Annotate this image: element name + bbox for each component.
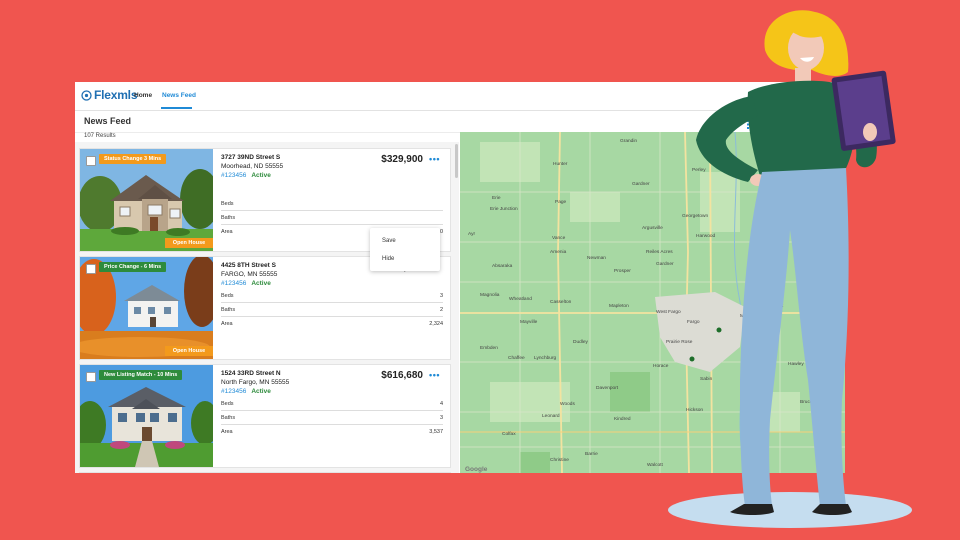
- map-place: Wheatland: [509, 297, 532, 302]
- menu-item-save[interactable]: Save: [382, 238, 396, 244]
- map-place: Prosper: [614, 269, 631, 274]
- beds-value: 3: [439, 293, 443, 299]
- map-place: Mapleton: [609, 304, 629, 309]
- beds-label: Beds: [221, 401, 234, 407]
- status-badge: Price Change - 6 Mins: [99, 262, 167, 272]
- list-scrollbar[interactable]: [455, 144, 458, 178]
- nav-home[interactable]: Home: [134, 92, 152, 99]
- fact-row-beds: Beds: [221, 197, 443, 211]
- fact-row-baths: Baths 3: [221, 411, 443, 425]
- options-dropdown: Save Hide: [370, 228, 440, 271]
- fact-row-baths: Baths 2: [221, 303, 443, 317]
- mls-number[interactable]: #123456: [221, 280, 246, 287]
- map-place: Vance: [552, 236, 566, 241]
- beds-label: Beds: [221, 293, 234, 299]
- area-value: 2,324: [429, 321, 443, 327]
- status-text: Active: [251, 280, 271, 287]
- area-label: Area: [221, 229, 233, 235]
- woman-illustration: [668, 10, 912, 528]
- nav-news-feed[interactable]: News Feed: [162, 92, 196, 99]
- status-badge: Status Change 3 Mins: [99, 154, 167, 164]
- beds-value: 4: [439, 401, 443, 407]
- open-house-tag[interactable]: Open House: [165, 346, 213, 356]
- mls-line: #123456 Active: [221, 172, 443, 179]
- listing-photo[interactable]: Status Change 3 Mins Open House: [80, 149, 213, 251]
- map-place: Amenia: [550, 250, 567, 255]
- map-place: Ayr: [468, 232, 476, 237]
- fact-row-baths: Baths: [221, 211, 443, 225]
- status-text: Active: [251, 388, 271, 395]
- baths-value: 2: [439, 307, 443, 313]
- listing-photo[interactable]: New Listing Match - 10 Mins: [80, 365, 213, 467]
- fact-row-area: Area 2,324: [221, 317, 443, 330]
- beds-label: Beds: [221, 201, 234, 207]
- map-place: Colfax: [502, 432, 516, 437]
- page-title: News Feed: [84, 116, 132, 126]
- flexmls-logo-icon: [81, 89, 92, 101]
- map-place: Erie: [492, 196, 501, 201]
- google-attribution: Google: [465, 466, 488, 473]
- area-label: Area: [221, 429, 233, 435]
- brand-name: Flexmls: [94, 88, 138, 102]
- map-place: Casselton: [550, 300, 572, 305]
- map-place: Barrie: [585, 452, 598, 457]
- map-place: Erie Junction: [490, 207, 518, 212]
- map-place: Gardner: [632, 182, 650, 187]
- map-place: Hunter: [553, 162, 568, 167]
- map-place: Chaffee: [508, 356, 525, 361]
- map-place: Christine: [550, 458, 569, 463]
- baths-label: Baths: [221, 307, 236, 313]
- mls-number[interactable]: #123456: [221, 388, 246, 395]
- map-place: Dudley: [573, 340, 588, 345]
- listing-card[interactable]: New Listing Match - 10 Mins 1524 33RD St…: [79, 364, 451, 468]
- listing-card[interactable]: Price Change - 6 Mins Open House 4425 8T…: [79, 256, 451, 360]
- baths-value: 3: [439, 415, 443, 421]
- more-options-button[interactable]: •••: [429, 370, 440, 380]
- mls-line: #123456 Active: [221, 388, 443, 395]
- baths-label: Baths: [221, 415, 236, 421]
- area-label: Area: [221, 321, 233, 327]
- area-value: 3,537: [429, 429, 443, 435]
- map-place: Newman: [587, 256, 606, 261]
- baths-label: Baths: [221, 215, 236, 221]
- mls-line: #123456 Active: [221, 280, 443, 287]
- map-place: Lynchburg: [534, 356, 557, 361]
- listing-facts: Beds 4 Baths 3 Area 3,537: [221, 397, 443, 438]
- status-badge: New Listing Match - 10 Mins: [99, 370, 183, 380]
- fact-row-beds: Beds 4: [221, 397, 443, 411]
- listing-photo[interactable]: Price Change - 6 Mins Open House: [80, 257, 213, 359]
- map-place: Leonard: [542, 414, 560, 419]
- fact-row-beds: Beds 3: [221, 289, 443, 303]
- listing-facts: Beds 3 Baths 2 Area 2,324: [221, 289, 443, 330]
- open-house-tag[interactable]: Open House: [165, 238, 213, 248]
- map-place: Absaraka: [492, 264, 513, 269]
- listing-card[interactable]: [79, 472, 451, 473]
- listing-price: $616,680: [381, 370, 423, 381]
- brand-logo[interactable]: Flexmls: [81, 88, 137, 102]
- map-place: Davenport: [596, 386, 619, 391]
- mls-number[interactable]: #123456: [221, 172, 246, 179]
- map-place: Grandin: [620, 139, 638, 144]
- map-place: Page: [555, 200, 567, 205]
- select-checkbox[interactable]: [86, 264, 96, 274]
- results-count: 107 Results: [84, 133, 116, 139]
- status-text: Active: [251, 172, 271, 179]
- menu-item-hide[interactable]: Hide: [382, 256, 394, 262]
- map-place: Mayville: [520, 320, 538, 325]
- map-place: Kindred: [614, 417, 631, 422]
- select-checkbox[interactable]: [86, 156, 96, 166]
- more-options-button[interactable]: •••: [429, 154, 440, 164]
- map-place: Magnolia: [480, 293, 500, 298]
- listing-price: $329,900: [381, 154, 423, 165]
- fact-row-area: Area 3,537: [221, 425, 443, 438]
- map-place: Woods: [560, 402, 575, 407]
- active-tab-indicator: [161, 107, 192, 109]
- listing-list: Status Change 3 Mins Open House 3727 39N…: [75, 142, 459, 473]
- select-checkbox[interactable]: [86, 372, 96, 382]
- map-place: Embden: [480, 346, 498, 351]
